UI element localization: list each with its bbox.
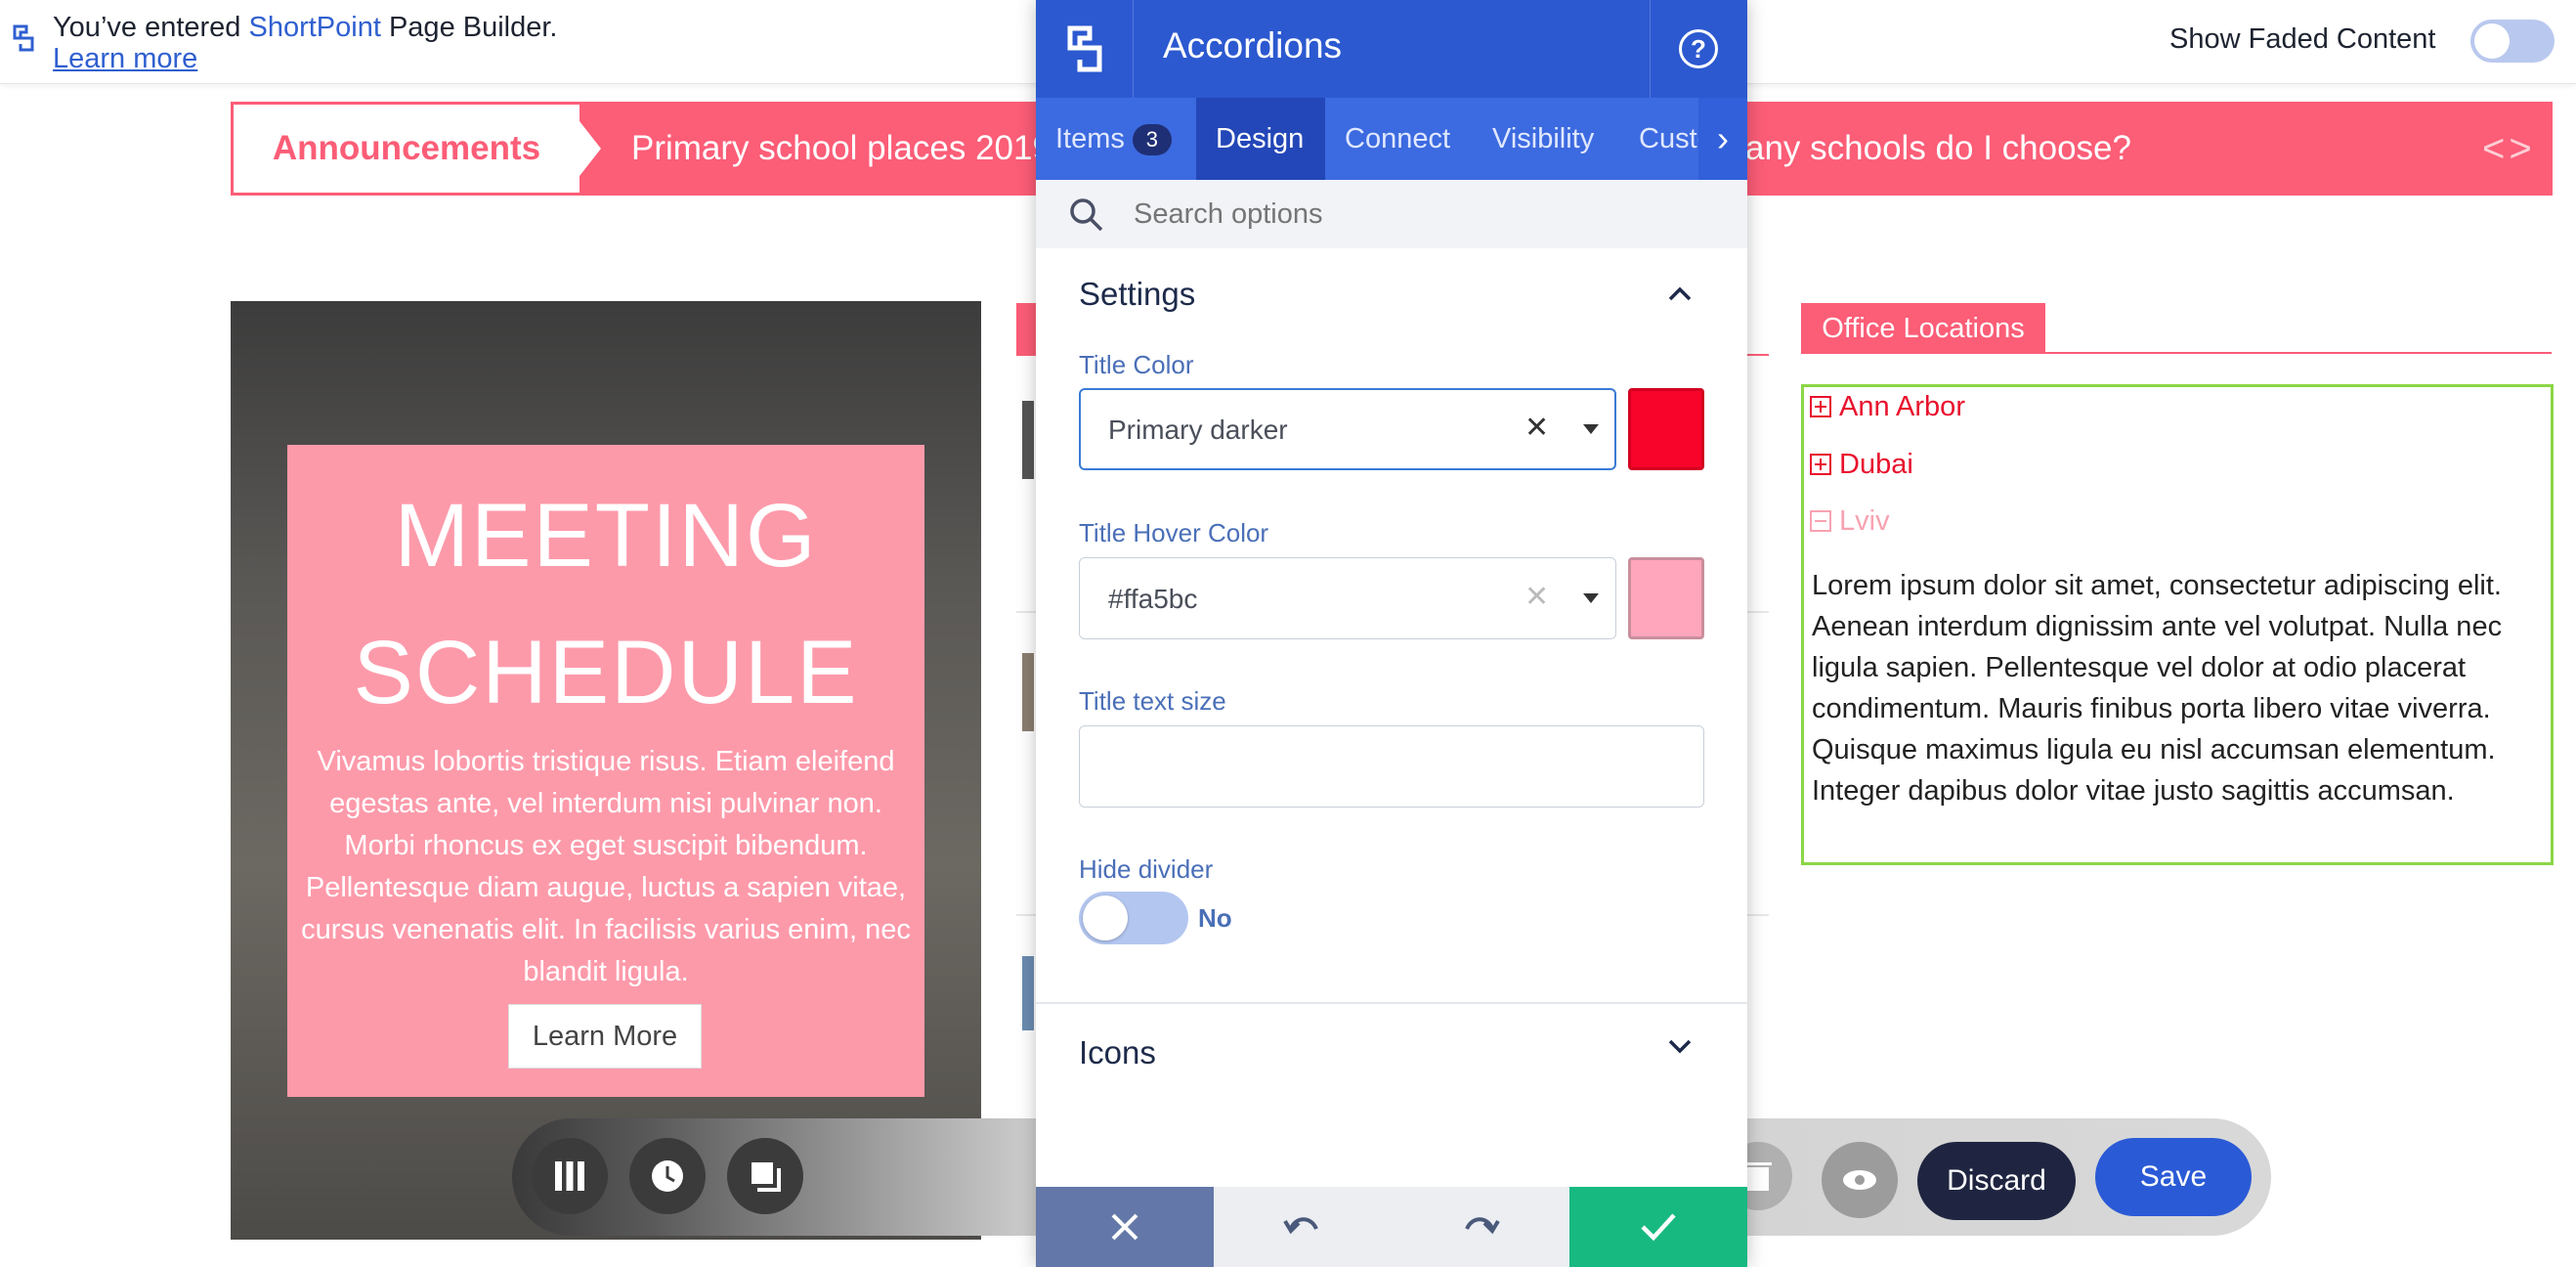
news-thumbnail[interactable]	[1022, 401, 1034, 479]
help-icon[interactable]: ?	[1679, 29, 1718, 68]
tab-label: Items	[1055, 123, 1125, 154]
preview-button[interactable]	[1822, 1142, 1898, 1218]
tab-custom[interactable]: Custom	[1639, 98, 1699, 180]
accordion-item-label: Ann Arbor	[1839, 391, 1965, 422]
office-tab-line	[1801, 352, 2552, 354]
redo-icon	[1465, 1217, 1500, 1235]
undo-button[interactable]	[1214, 1187, 1392, 1267]
columns-icon	[555, 1161, 584, 1191]
tab-visibility[interactable]: Visibility	[1492, 98, 1594, 180]
expand-plus-icon	[1810, 396, 1831, 417]
hero-title: MEETING SCHEDULE	[287, 467, 924, 741]
accordion-item-label: Dubai	[1839, 449, 1913, 480]
accordion-item-label: Lviv	[1839, 505, 1890, 537]
news-header-strip	[1016, 303, 1036, 354]
title-text-size-input[interactable]	[1079, 725, 1704, 808]
check-icon	[1641, 1213, 1676, 1242]
chevron-up-icon[interactable]	[1667, 284, 1693, 303]
clear-icon[interactable]: ✕	[1524, 580, 1549, 614]
undo-icon	[1283, 1217, 1318, 1235]
hero-body: Vivamus lobortis tristique risus. Etiam …	[301, 746, 911, 987]
collapse-minus-icon	[1810, 510, 1831, 532]
shortpoint-logo-icon	[13, 24, 34, 52]
hide-divider-state: No	[1198, 903, 1232, 933]
eye-icon	[1843, 1170, 1876, 1190]
clear-icon[interactable]: ✕	[1524, 411, 1549, 445]
tab-connect[interactable]: Connect	[1345, 98, 1450, 180]
office-locations-tab[interactable]: Office Locations	[1801, 303, 2045, 354]
message-prefix: You’ve entered	[53, 12, 249, 43]
show-faded-label: Show Faded Content	[2169, 23, 2436, 55]
panel-title: Accordions	[1163, 25, 1343, 66]
announcement-text[interactable]: Primary school places 2019	[631, 102, 1052, 196]
columns-button[interactable]	[532, 1138, 608, 1214]
panel-cancel-button[interactable]	[1036, 1187, 1214, 1267]
title-color-swatch[interactable]	[1628, 388, 1704, 470]
search-options-input[interactable]	[1134, 180, 1720, 248]
settings-section-title[interactable]: Settings	[1079, 276, 1195, 313]
show-faded-toggle[interactable]	[2470, 20, 2555, 63]
brand-name: ShortPoint	[248, 12, 381, 43]
title-color-label: Title Color	[1079, 350, 1194, 379]
redo-button[interactable]	[1392, 1187, 1569, 1267]
message-suffix: Page Builder.	[380, 12, 558, 43]
caret-down-icon[interactable]	[1583, 593, 1599, 603]
accordion-item-ann-arbor[interactable]: Ann Arbor	[1810, 389, 1965, 424]
shortpoint-logo-icon	[1067, 25, 1102, 72]
learn-more-link[interactable]: Learn more	[53, 41, 197, 76]
tabs-next-chevron-icon[interactable]: ›	[1698, 98, 1747, 180]
icons-section-title[interactable]: Icons	[1079, 1034, 1156, 1071]
expand-plus-icon	[1810, 454, 1831, 475]
news-thumbnail[interactable]	[1022, 956, 1034, 1030]
caret-down-icon[interactable]	[1583, 424, 1599, 434]
panel-header	[1036, 0, 1747, 98]
hide-divider-label: Hide divider	[1079, 854, 1214, 884]
announcement-label: Announcements	[272, 129, 541, 167]
builder-message: You’ve entered ShortPoint Page Builder.	[53, 10, 557, 45]
title-hover-color-label: Title Hover Color	[1079, 518, 1269, 547]
clock-icon	[652, 1160, 683, 1192]
title-hover-color-value: #ffa5bc	[1108, 584, 1198, 614]
announcement-nav-arrows-icon[interactable]: <>	[2482, 102, 2536, 196]
title-text-size-label: Title text size	[1079, 686, 1226, 716]
hide-divider-toggle[interactable]	[1079, 892, 1188, 944]
announcement-text[interactable]: any schools do I choose?	[1745, 102, 2131, 196]
title-color-value: Primary darker	[1108, 415, 1288, 445]
history-button[interactable]	[629, 1138, 706, 1214]
save-button[interactable]: Save	[2095, 1138, 2252, 1216]
accordion-item-lviv[interactable]: Lviv	[1810, 503, 1890, 539]
accordion-item-dubai[interactable]: Dubai	[1810, 447, 1913, 482]
tab-items[interactable]: Items 3	[1055, 98, 1172, 180]
section-divider	[1036, 1002, 1747, 1004]
layers-icon	[751, 1162, 781, 1192]
close-icon	[1111, 1213, 1138, 1241]
chevron-down-icon[interactable]	[1667, 1036, 1693, 1056]
panel-confirm-button[interactable]	[1569, 1187, 1747, 1267]
title-hover-color-swatch[interactable]	[1628, 557, 1704, 639]
hero-title-line: MEETING	[394, 486, 818, 586]
news-thumbnail[interactable]	[1022, 653, 1034, 731]
layers-button[interactable]	[727, 1138, 803, 1214]
search-icon	[1070, 198, 1103, 232]
discard-button[interactable]: Discard	[1917, 1142, 2076, 1220]
accordion-content: Lorem ipsum dolor sit amet, consectetur …	[1812, 570, 2503, 807]
hero-learn-more-button[interactable]: Learn More	[508, 1004, 702, 1069]
announcement-arrow	[580, 121, 601, 176]
tab-design[interactable]: Design	[1216, 98, 1304, 180]
hero-title-line: SCHEDULE	[353, 623, 859, 722]
items-count-badge: 3	[1132, 124, 1172, 156]
